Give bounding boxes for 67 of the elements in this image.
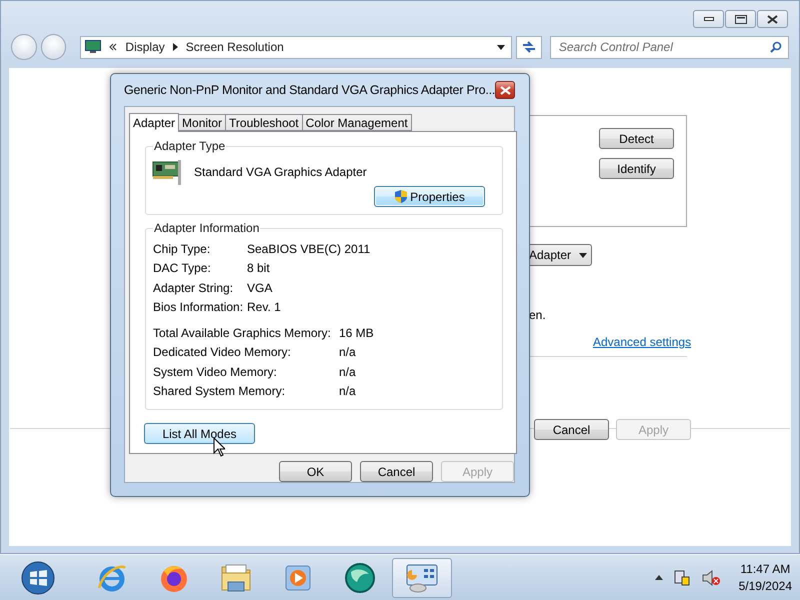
- memory-label: System Video Memory:: [153, 364, 278, 379]
- folder-icon: [219, 562, 253, 594]
- breadcrumb-item[interactable]: Screen Resolution: [186, 40, 284, 54]
- advanced-settings-link[interactable]: Advanced settings: [593, 335, 692, 349]
- taskbar-app[interactable]: [392, 558, 452, 598]
- tab[interactable]: Troubleshoot: [225, 114, 303, 131]
- breadcrumb-item[interactable]: Display: [125, 40, 165, 54]
- adapter-name: Standard VGA Graphics Adapter: [194, 165, 367, 179]
- dropdown-arrow-icon: [497, 44, 506, 50]
- muted-speaker-icon: [700, 568, 721, 586]
- address-bar[interactable]: Display Screen Resolution: [80, 36, 512, 58]
- search-field[interactable]: Search Control Panel: [550, 36, 789, 58]
- graphics-card-icon: [152, 158, 182, 186]
- memory-label: Total Available Graphics Memory:: [153, 326, 332, 340]
- info-value: 8 bit: [247, 261, 271, 276]
- info-label: Chip Type:: [153, 242, 212, 256]
- info-label: DAC Type:: [153, 261, 212, 276]
- dialog-button[interactable]: OK: [279, 461, 352, 482]
- tab[interactable]: Color Management: [302, 114, 412, 131]
- info-value: VGA: [247, 280, 274, 295]
- properties-button[interactable]: Properties: [374, 186, 485, 207]
- chevron-icon: [109, 43, 118, 51]
- close-icon: [767, 14, 778, 24]
- close-button[interactable]: [495, 81, 515, 99]
- info-value: Rev. 1: [247, 300, 282, 314]
- memory-label: Shared System Memory:: [153, 384, 286, 398]
- dialog-title: Generic Non-PnP Monitor and Standard VGA Graphics Adapter Pro...: [124, 83, 496, 97]
- clock-date: 5/19/2024: [738, 578, 792, 594]
- window-button[interactable]: Cancel: [534, 419, 609, 440]
- refresh-button[interactable]: [516, 36, 542, 58]
- memory-value: 16 MB: [339, 326, 375, 340]
- window-button[interactable]: Detect: [599, 128, 674, 149]
- dropdown-arrow-icon: [579, 252, 587, 258]
- memory-value: n/a: [339, 364, 357, 379]
- maximize-button[interactable]: [725, 10, 756, 28]
- group-heading: Adapter Type: [153, 139, 226, 153]
- clock-time: 11:47 AM: [740, 560, 790, 578]
- globe-icon: [343, 562, 377, 594]
- minimize-button[interactable]: [693, 10, 724, 28]
- memory-value: n/a: [339, 345, 357, 360]
- arrow-icon: [172, 43, 178, 51]
- group-heading: Adapter Information: [153, 221, 260, 235]
- media-player-icon: [283, 562, 313, 592]
- tab[interactable]: Monitor: [178, 114, 226, 131]
- list-all-modes-button[interactable]: List All Modes: [144, 423, 255, 444]
- description-text: en.: [529, 308, 547, 322]
- close-icon: [500, 86, 511, 94]
- maximize-icon: [734, 14, 746, 24]
- info-value: SeaBIOS VBE(C) 2011: [247, 242, 372, 256]
- start-orb-icon: [20, 560, 56, 596]
- refresh-icon: [520, 40, 537, 54]
- close-button[interactable]: [757, 10, 788, 28]
- tab[interactable]: Adapter: [129, 113, 180, 132]
- minimize-icon: [704, 17, 714, 21]
- display-settings-icon: [404, 562, 440, 594]
- caret-icon: [654, 575, 663, 580]
- shield-icon: [394, 189, 408, 204]
- window-button[interactable]: Identify: [599, 158, 674, 179]
- memory-value: n/a: [339, 384, 357, 398]
- network-icon: [672, 568, 691, 586]
- monitor-icon: [85, 40, 102, 54]
- memory-label: Dedicated Video Memory:: [153, 345, 292, 360]
- dialog-button[interactable]: Cancel: [360, 461, 433, 482]
- info-label: Adapter String:: [153, 280, 234, 295]
- info-label: Bios Information:: [153, 300, 244, 314]
- adapter-dropdown[interactable]: Adapter: [529, 244, 592, 266]
- search-icon: [770, 41, 782, 53]
